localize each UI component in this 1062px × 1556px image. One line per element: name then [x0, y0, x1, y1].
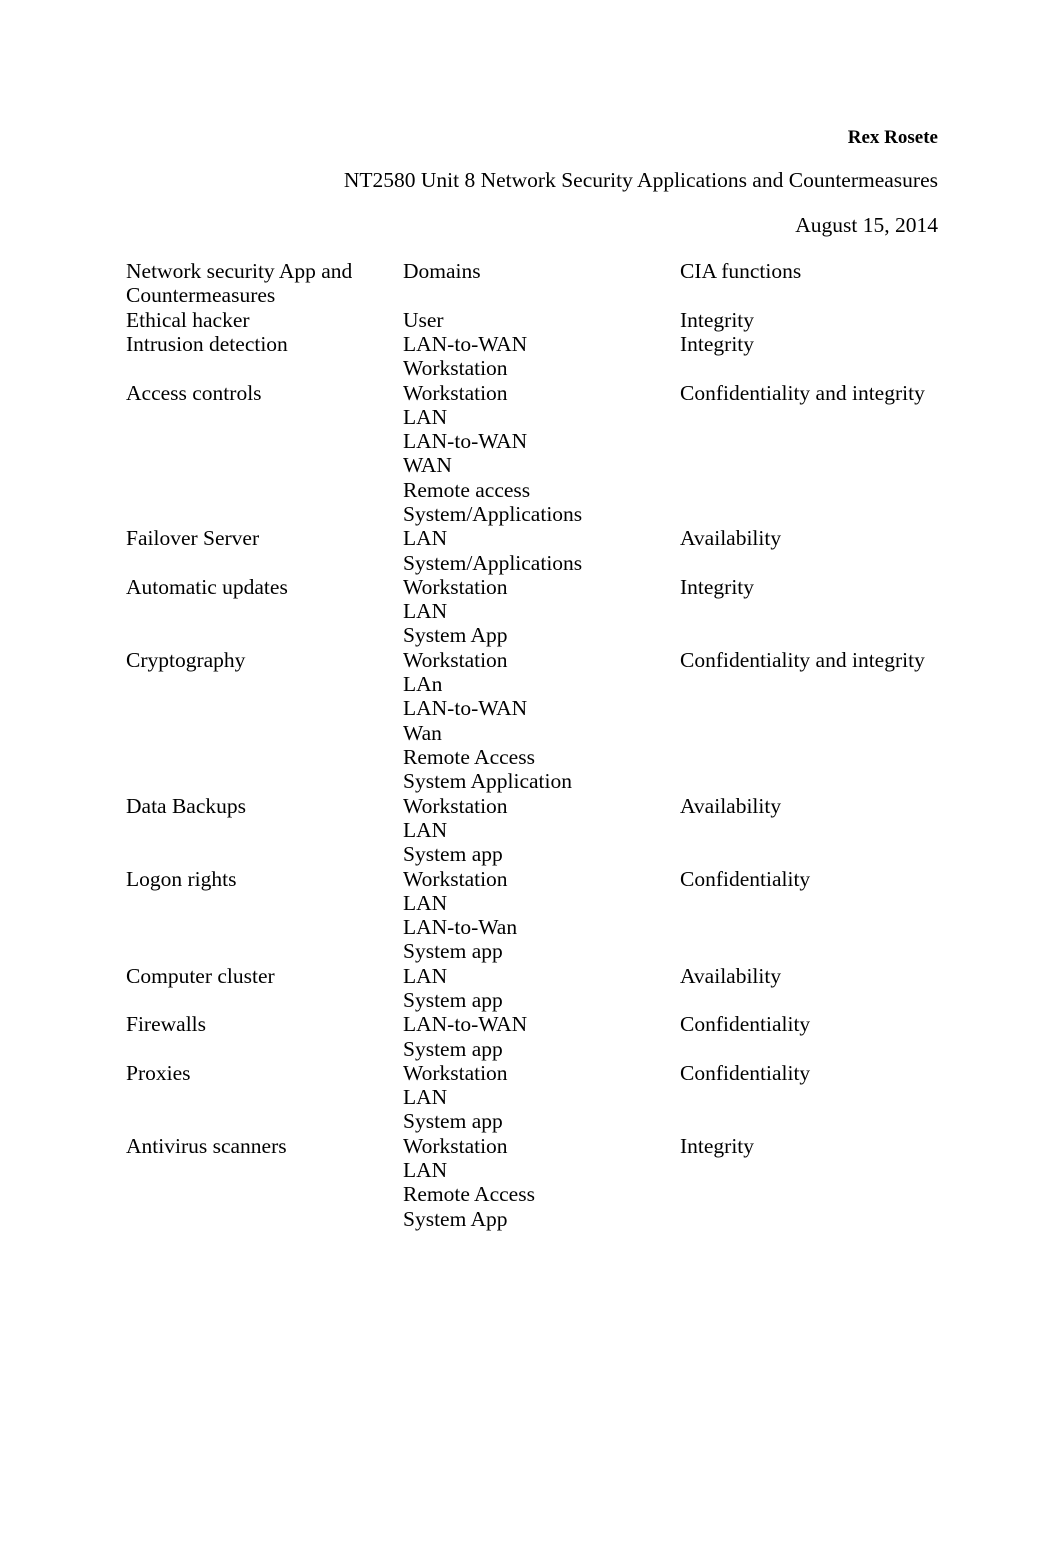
cell-cia-function: Confidentiality and integrity [680, 647, 925, 672]
cell-cia-function: Integrity [680, 574, 755, 599]
cell-domains: Workstation LAN System App [403, 574, 508, 648]
cell-cia-function: Confidentiality and integrity [680, 380, 925, 405]
cell-domains: Workstation LAN System app [403, 1060, 508, 1134]
cell-domains: LAN System/Applications [403, 526, 583, 575]
cell-cia-function: Integrity [680, 307, 755, 332]
cell-cia-function: Integrity [680, 331, 755, 356]
cell-security-app: Ethical hacker [126, 307, 250, 332]
cell-domains: Workstation LAN LAN-to-Wan System app [403, 866, 518, 964]
cell-security-app: Cryptography [126, 647, 246, 672]
cell-domains: Workstation LAN System app [403, 793, 508, 867]
cell-cia-function: Confidentiality [680, 1060, 811, 1085]
cell-security-app: Logon rights [126, 866, 237, 891]
cell-cia-function: Confidentiality [680, 866, 811, 891]
cell-security-app: Intrusion detection [126, 331, 288, 356]
countermeasures-table: Network security App and Countermeasures D… [126, 259, 966, 1231]
cell-domains: Workstation LAn LAN-to-WAN Wan Remote Access… [403, 647, 573, 794]
cell-security-app: Automatic updates [126, 574, 288, 599]
cell-security-app: Proxies [126, 1060, 191, 1085]
cell-domains: LAN-to-WAN System app [403, 1012, 528, 1061]
cell-domains: User [403, 307, 444, 332]
cell-cia-function: Confidentiality [680, 1012, 811, 1037]
author-name: Rex Rosete [847, 127, 938, 148]
cell-security-app: Firewalls [126, 1012, 207, 1037]
cell-cia-function: Integrity [680, 1133, 755, 1158]
document-date: August 15, 2014 [795, 213, 938, 237]
cell-security-app: Antivirus scanners [126, 1133, 287, 1158]
cell-cia-function: Availability [680, 526, 782, 551]
header-cell-app: Network security App and Countermeasures [126, 259, 353, 308]
cell-security-app: Computer cluster [126, 963, 275, 988]
cell-domains: Workstation LAN LAN-to-WAN WAN Remote access… [403, 380, 583, 526]
cell-security-app: Data Backups [126, 793, 247, 818]
document-page: Rex Rosete NT2580 Unit 8 Network Securit… [0, 0, 1062, 1556]
header-cell-domains: Domains [403, 259, 481, 283]
cell-cia-function: Availability [680, 963, 782, 988]
document-header: Rex Rosete NT2580 Unit 8 Network Securit… [126, 118, 938, 248]
cell-security-app: Access controls [126, 380, 262, 405]
document-title: NT2580 Unit 8 Network Security Applicati… [343, 168, 938, 192]
cell-domains: Workstation LAN Remote Access System App [403, 1133, 535, 1231]
header-cell-cia: CIA functions [680, 259, 802, 283]
cell-security-app: Failover Server [126, 526, 260, 551]
cell-domains: LAN System app [403, 963, 503, 1012]
cell-domains: LAN-to-WAN Workstation [403, 331, 528, 381]
cell-cia-function: Availability [680, 793, 782, 818]
